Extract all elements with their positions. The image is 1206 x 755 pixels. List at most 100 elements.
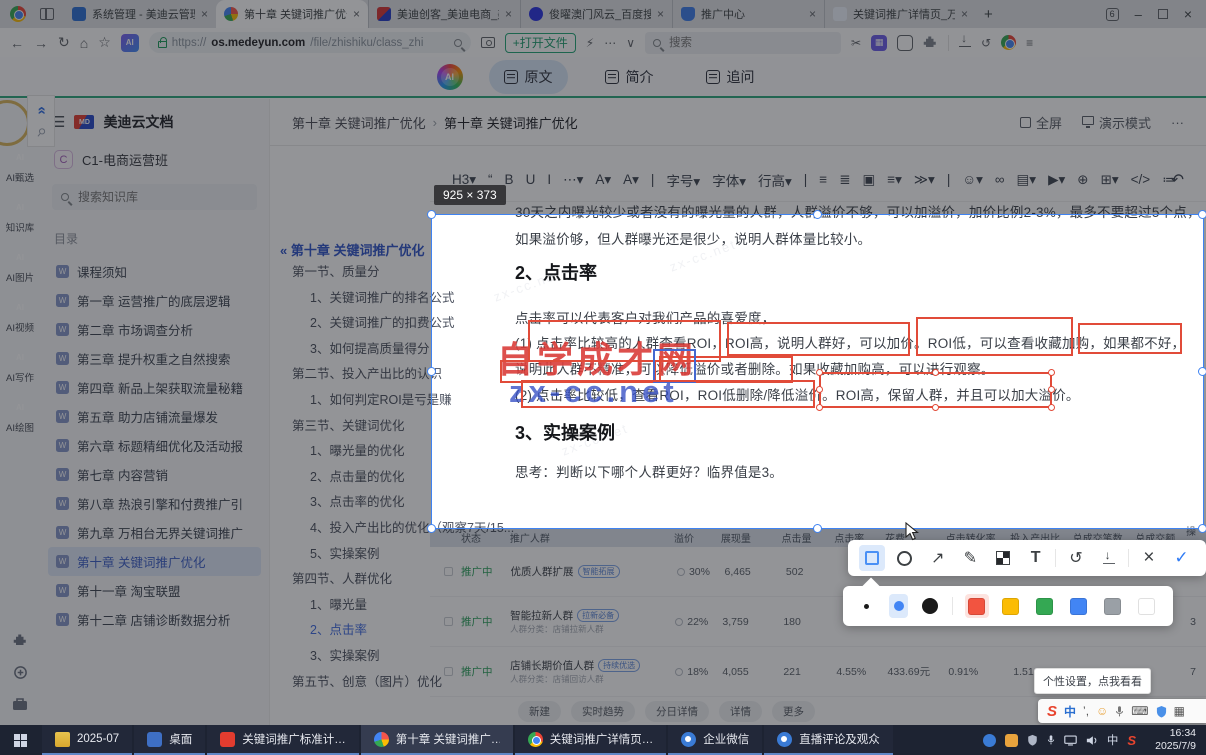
toc-item[interactable]: 第一节、质量分: [270, 260, 430, 286]
table-footer-button[interactable]: 详情: [719, 700, 762, 722]
rail-item[interactable]: AI AI写作: [6, 347, 34, 384]
ime-shield-icon[interactable]: [1156, 705, 1167, 718]
extension-white-icon[interactable]: [897, 34, 914, 51]
rail-item[interactable]: AI AI绘图: [6, 397, 34, 434]
start-button[interactable]: [0, 725, 40, 755]
tab-close-icon[interactable]: ×: [809, 7, 816, 21]
toolbox-icon[interactable]: [12, 697, 28, 711]
back-button[interactable]: ←: [10, 35, 24, 51]
breadcrumb-parent[interactable]: 第十章 关键词推广优化: [292, 113, 426, 132]
sidebar-doc-item[interactable]: W 第十章 关键词推广优化: [48, 547, 261, 576]
selection-handle[interactable]: [813, 524, 822, 533]
tray-display-icon[interactable]: [1064, 734, 1077, 746]
pen-tool[interactable]: ✎: [957, 545, 983, 571]
selection-handle[interactable]: [1198, 210, 1206, 219]
row-checkbox[interactable]: [444, 617, 453, 626]
puzzle-extension-icon[interactable]: [923, 35, 938, 50]
table-button[interactable]: ⊞▾: [1101, 172, 1119, 188]
menu-icon[interactable]: ≡: [1026, 36, 1033, 50]
viewer-tab[interactable]: 追问: [691, 60, 770, 94]
sidebar-doc-item[interactable]: W 第三章 提升权重之自然搜索: [48, 344, 261, 373]
search-input[interactable]: [667, 35, 818, 50]
more-actions-button[interactable]: ···: [1171, 115, 1184, 130]
browser-search-box[interactable]: [645, 31, 842, 54]
minimize-button[interactable]: –: [1135, 7, 1142, 22]
tab-close-icon[interactable]: ×: [657, 7, 664, 21]
toc-item[interactable]: 第五节、创意（图片）优化: [270, 670, 442, 696]
viewer-tab[interactable]: 简介: [590, 60, 669, 94]
knowledge-search-box[interactable]: [52, 184, 257, 210]
ordered-list-button[interactable]: ≣: [839, 172, 850, 188]
toc-item[interactable]: 第三节、关键词优化: [270, 414, 430, 440]
stroke-medium-option[interactable]: [888, 594, 909, 618]
italic-button[interactable]: I: [547, 172, 551, 187]
rail-item[interactable]: AI AI视频: [6, 297, 34, 334]
workspace-selector[interactable]: C C1-电商运营班: [40, 142, 269, 177]
sidebar-doc-item[interactable]: W 课程须知: [48, 257, 261, 286]
divider[interactable]: |: [651, 172, 655, 187]
bullet-list-button[interactable]: ≡: [819, 172, 827, 187]
selection-handle[interactable]: [427, 210, 436, 219]
taskbar-app-button[interactable]: 第十章 关键词推广…: [360, 725, 513, 755]
highlight-button[interactable]: A▾: [623, 172, 639, 188]
selection-handle[interactable]: [1198, 367, 1206, 376]
rail-item[interactable]: AI AI图片: [6, 247, 34, 284]
close-window-button[interactable]: ×: [1184, 6, 1192, 22]
mosaic-tool[interactable]: [990, 545, 1016, 571]
ai-assistant-icon[interactable]: AI: [436, 63, 463, 90]
sidebar-doc-item[interactable]: W 第一章 运营推广的底层逻辑: [48, 286, 261, 315]
sidebar-doc-item[interactable]: W 第十一章 淘宝联盟: [48, 576, 261, 605]
ime-lang-icon[interactable]: 中: [1064, 703, 1076, 720]
taskbar-clock[interactable]: 16:34 2025/7/9: [1144, 727, 1206, 753]
viewer-tab[interactable]: 原文: [488, 59, 568, 94]
table-footer-button[interactable]: 分日详情: [645, 700, 709, 722]
sidebar-doc-item[interactable]: W 第四章 新品上架获取流量秘籍: [48, 373, 261, 402]
ime-grid-icon[interactable]: ▦: [1174, 704, 1185, 718]
toc-collapse-icon[interactable]: «: [280, 243, 287, 258]
table-footer-button[interactable]: 更多: [772, 700, 815, 722]
sidebar-doc-item[interactable]: W 第八章 热浪引擎和付费推广引: [48, 489, 261, 518]
toc-item[interactable]: 1、关键词推广的排名公式: [270, 286, 454, 312]
toc-item[interactable]: 第二节、投入产出比的认识: [270, 362, 442, 388]
search-in-page-icon[interactable]: [453, 38, 462, 47]
font-family-button[interactable]: 字体▾: [712, 170, 746, 190]
sidebar-doc-item[interactable]: W 第五章 助力店铺流量爆发: [48, 402, 261, 431]
forward-button[interactable]: →: [34, 35, 48, 51]
toc-item[interactable]: 2、点击率: [270, 618, 430, 644]
selection-handle[interactable]: [1198, 524, 1206, 533]
lightning-icon[interactable]: ⚡: [586, 36, 594, 50]
tab-close-icon[interactable]: ×: [961, 7, 968, 21]
sidebar-doc-item[interactable]: W 第七章 内容营销: [48, 460, 261, 489]
taskbar-app-button[interactable]: 2025-07: [42, 725, 133, 755]
browser-tab[interactable]: 关键词推广详情页_万… ×: [824, 0, 976, 28]
open-file-button[interactable]: +打开文件: [504, 32, 576, 53]
tray-sogou-icon[interactable]: S: [1127, 733, 1136, 748]
toc-item[interactable]: 1、曝光量: [270, 593, 430, 619]
tab-count-badge[interactable]: 6: [1105, 7, 1119, 21]
widget-icon[interactable]: [13, 665, 28, 680]
scissors-icon[interactable]: ✂: [851, 36, 861, 50]
chevron-down-icon[interactable]: ∨: [626, 36, 635, 50]
toc-title[interactable]: « 第十章 关键词推广优化: [280, 240, 424, 259]
arrow-tool[interactable]: ↗: [925, 545, 951, 571]
home-button[interactable]: ⌂: [80, 35, 88, 51]
align-button[interactable]: ≡▾: [887, 172, 902, 188]
browser-tab[interactable]: 美迪创客_美迪电商_美… ×: [368, 0, 520, 28]
toc-item[interactable]: 5、实操案例: [270, 542, 430, 568]
row-checkbox[interactable]: [444, 567, 453, 576]
undo-icon[interactable]: ↺: [981, 36, 991, 50]
new-tab-button[interactable]: +: [984, 6, 993, 23]
tray-mic-icon[interactable]: [1047, 734, 1055, 746]
font-size-button[interactable]: 字号▾: [666, 170, 700, 190]
collapse-up-icon[interactable]: »: [33, 108, 50, 114]
video-button[interactable]: ▶▾: [1048, 172, 1065, 188]
taskbar-app-button[interactable]: 直播评论及观众: [764, 725, 893, 755]
maximize-button[interactable]: [1157, 9, 1168, 19]
tray-wecom-icon[interactable]: [982, 733, 996, 747]
bold-button[interactable]: B: [505, 172, 514, 187]
more-tools-icon[interactable]: ⋯: [604, 36, 616, 50]
ai-extension-icon[interactable]: AI: [120, 33, 139, 52]
attachment-button[interactable]: ⊕: [1077, 172, 1088, 188]
browser-tab[interactable]: 推广中心 ×: [672, 0, 824, 28]
download-icon[interactable]: [959, 31, 972, 47]
